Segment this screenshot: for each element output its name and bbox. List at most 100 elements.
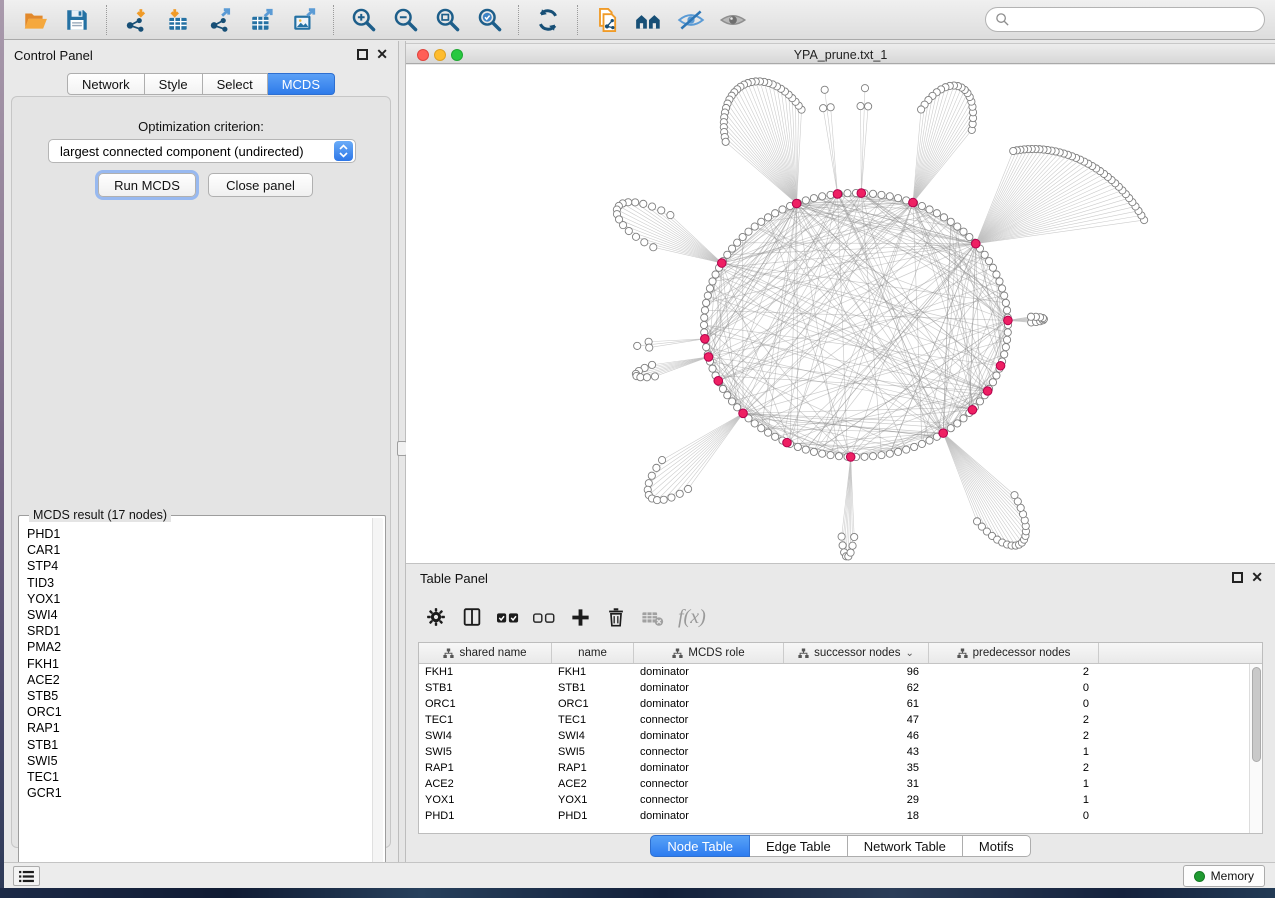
first-neighbors-icon[interactable] bbox=[632, 4, 666, 36]
tab-motifs[interactable]: Motifs bbox=[963, 835, 1031, 857]
delete-icon[interactable] bbox=[598, 600, 634, 634]
run-mcds-button[interactable]: Run MCDS bbox=[98, 173, 196, 197]
close-window-icon[interactable]: ✕ bbox=[1251, 569, 1263, 585]
optimization-criterion-select[interactable]: largest connected component (undirected) bbox=[48, 139, 356, 163]
mcds-result-item[interactable]: STB5 bbox=[27, 688, 357, 704]
cell-shared-name: SWI4 bbox=[419, 730, 552, 742]
mcds-result-item[interactable]: ORC1 bbox=[27, 704, 357, 720]
table-settings-icon[interactable] bbox=[418, 600, 454, 634]
mcds-result-item[interactable]: SWI5 bbox=[27, 753, 357, 769]
show-all-icon[interactable] bbox=[716, 4, 750, 36]
import-network-icon[interactable] bbox=[119, 4, 153, 36]
cell-name: RAP1 bbox=[552, 762, 634, 774]
table-row[interactable]: FKH1FKH1dominator962 bbox=[419, 664, 1249, 680]
function-builder-icon[interactable]: f(x) bbox=[678, 606, 706, 629]
cell-MCDS-role: dominator bbox=[634, 682, 784, 694]
tab-select[interactable]: Select bbox=[203, 73, 268, 95]
cell-MCDS-role: connector bbox=[634, 714, 784, 726]
hide-selected-icon[interactable] bbox=[674, 4, 708, 36]
mcds-result-item[interactable]: SRD1 bbox=[27, 623, 357, 639]
import-table-icon[interactable] bbox=[161, 4, 195, 36]
save-icon[interactable] bbox=[60, 4, 94, 36]
cell-successor-nodes: 31 bbox=[784, 778, 929, 790]
cell-successor-nodes: 18 bbox=[784, 810, 929, 822]
clone-network-icon[interactable] bbox=[590, 4, 624, 36]
mcds-list-scrollbar[interactable] bbox=[372, 518, 383, 882]
cell-MCDS-role: dominator bbox=[634, 666, 784, 678]
mcds-result-item[interactable]: TID3 bbox=[27, 575, 357, 591]
mcds-result-title: MCDS result (17 nodes) bbox=[29, 508, 171, 522]
table-row[interactable]: SWI5SWI5connector431 bbox=[419, 744, 1249, 760]
table-scrollbar-thumb[interactable] bbox=[1252, 667, 1261, 762]
table-row[interactable]: YOX1YOX1connector291 bbox=[419, 792, 1249, 808]
mcds-result-item[interactable]: GCR1 bbox=[27, 785, 357, 801]
float-window-icon[interactable] bbox=[357, 49, 368, 60]
search-input[interactable] bbox=[1010, 13, 1255, 27]
tab-network[interactable]: Network bbox=[67, 73, 145, 95]
close-window-icon[interactable]: ✕ bbox=[376, 46, 388, 62]
deselect-all-icon[interactable] bbox=[526, 600, 562, 634]
cell-name: PHD1 bbox=[552, 810, 634, 822]
mcds-result-item[interactable]: TEC1 bbox=[27, 769, 357, 785]
mcds-result-item[interactable]: ACE2 bbox=[27, 672, 357, 688]
close-panel-button[interactable]: Close panel bbox=[208, 173, 313, 197]
task-history-button[interactable] bbox=[13, 866, 40, 886]
memory-label: Memory bbox=[1211, 869, 1254, 883]
zoom-in-icon[interactable] bbox=[346, 4, 380, 36]
table-scrollbar[interactable] bbox=[1249, 664, 1262, 833]
zoom-fit-icon[interactable] bbox=[430, 4, 464, 36]
mcds-result-item[interactable]: YOX1 bbox=[27, 591, 357, 607]
tab-style[interactable]: Style bbox=[145, 73, 203, 95]
cell-predecessor-nodes: 1 bbox=[929, 794, 1099, 806]
table-row[interactable]: PHD1PHD1dominator180 bbox=[419, 808, 1249, 824]
zoom-selected-icon[interactable] bbox=[472, 4, 506, 36]
mcds-result-item[interactable]: STB1 bbox=[27, 737, 357, 753]
add-icon[interactable] bbox=[562, 600, 598, 634]
select-all-icon[interactable] bbox=[490, 600, 526, 634]
column-header-MCDS-role[interactable]: MCDS role bbox=[634, 643, 784, 663]
zoom-out-icon[interactable] bbox=[388, 4, 422, 36]
column-header-successor-nodes[interactable]: successor nodes⌄ bbox=[784, 643, 929, 663]
mcds-result-item[interactable]: PMA2 bbox=[27, 639, 357, 655]
network-view[interactable] bbox=[406, 65, 1275, 563]
column-header-shared-name[interactable]: shared name bbox=[419, 643, 552, 663]
table-row[interactable]: TEC1TEC1connector472 bbox=[419, 712, 1249, 728]
table-row[interactable]: RAP1RAP1dominator352 bbox=[419, 760, 1249, 776]
delete-table-icon[interactable] bbox=[634, 600, 670, 634]
cell-shared-name: ACE2 bbox=[419, 778, 552, 790]
column-header-predecessor-nodes[interactable]: predecessor nodes bbox=[929, 643, 1099, 663]
column-namespace-icon bbox=[798, 648, 809, 659]
cell-predecessor-nodes: 2 bbox=[929, 666, 1099, 678]
table-row[interactable]: ACE2ACE2connector311 bbox=[419, 776, 1249, 792]
tab-network-table[interactable]: Network Table bbox=[848, 835, 963, 857]
network-window-titlebar[interactable]: YPA_prune.txt_1 bbox=[406, 43, 1275, 64]
mcds-result-item[interactable]: CAR1 bbox=[27, 542, 357, 558]
table-row[interactable]: STB1STB1dominator620 bbox=[419, 680, 1249, 696]
tab-edge-table[interactable]: Edge Table bbox=[750, 835, 848, 857]
mcds-result-item[interactable]: RAP1 bbox=[27, 720, 357, 736]
vertical-splitter[interactable] bbox=[398, 41, 406, 862]
mcds-result-list[interactable]: PHD1CAR1STP4TID3YOX1SWI4SRD1PMA2FKH1ACE2… bbox=[27, 526, 357, 801]
refresh-icon[interactable] bbox=[531, 4, 565, 36]
column-header-name[interactable]: name bbox=[552, 643, 634, 663]
search-box[interactable] bbox=[985, 7, 1265, 32]
tab-mcds[interactable]: MCDS bbox=[268, 73, 335, 95]
mcds-result-item[interactable]: PHD1 bbox=[27, 526, 357, 542]
network-canvas[interactable] bbox=[406, 65, 1275, 563]
open-file-icon[interactable] bbox=[18, 4, 52, 36]
table-row[interactable]: SWI4SWI4dominator462 bbox=[419, 728, 1249, 744]
export-table-icon[interactable] bbox=[245, 4, 279, 36]
tab-node-table[interactable]: Node Table bbox=[650, 835, 750, 857]
toolbar-separator bbox=[333, 5, 334, 35]
split-panel-icon[interactable] bbox=[454, 600, 490, 634]
mcds-result-item[interactable]: STP4 bbox=[27, 558, 357, 574]
mcds-result-item[interactable]: SWI4 bbox=[27, 607, 357, 623]
cell-predecessor-nodes: 2 bbox=[929, 730, 1099, 742]
control-panel-header: Control Panel ✕ bbox=[4, 41, 398, 67]
table-row[interactable]: ORC1ORC1dominator610 bbox=[419, 696, 1249, 712]
export-network-icon[interactable] bbox=[203, 4, 237, 36]
mcds-result-item[interactable]: FKH1 bbox=[27, 656, 357, 672]
memory-button[interactable]: Memory bbox=[1183, 865, 1265, 887]
float-window-icon[interactable] bbox=[1232, 572, 1243, 583]
export-image-icon[interactable] bbox=[287, 4, 321, 36]
